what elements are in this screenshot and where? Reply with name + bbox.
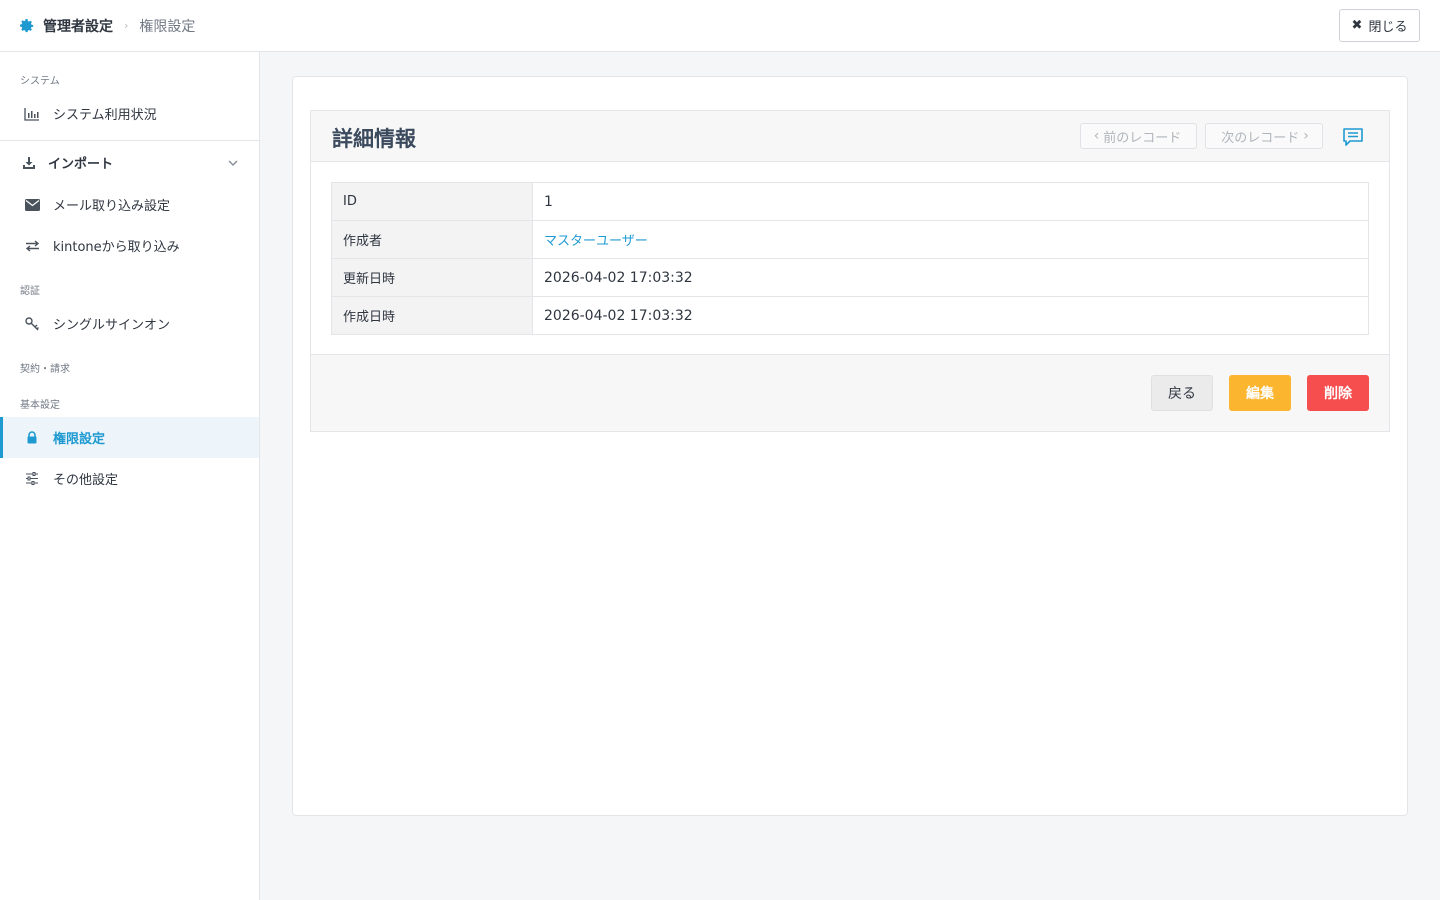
envelope-icon — [24, 197, 40, 213]
gear-icon — [20, 18, 34, 33]
key-icon — [24, 316, 40, 332]
sidebar-item-sso[interactable]: シングルサインオン — [0, 303, 259, 344]
row-value: 1 — [532, 182, 1369, 221]
row-value: 2026-04-02 17:03:32 — [532, 258, 1369, 297]
row-key: 更新日時 — [331, 258, 533, 297]
sidebar-item-kintone-import[interactable]: kintoneから取り込み — [0, 225, 259, 266]
breadcrumb-separator-icon: › — [124, 19, 129, 32]
exchange-arrows-icon — [24, 238, 40, 254]
sliders-icon — [24, 471, 40, 487]
close-icon: ✖ — [1351, 18, 1363, 33]
bar-chart-icon — [24, 106, 40, 122]
section-label-basic: 基本設定 — [20, 400, 60, 411]
section-label-contract: 契約・請求 — [20, 364, 70, 375]
sidebar-item-label: その他設定 — [53, 473, 119, 488]
sidebar: システム システム利用状況 インポート メール取り込み設定 kintoneから取… — [0, 52, 260, 900]
prev-record-button[interactable]: ‹ 前のレコード — [1080, 123, 1197, 149]
chevron-left-icon: ‹ — [1093, 128, 1100, 144]
sidebar-item-label: シングルサインオン — [53, 318, 171, 333]
top-header: 管理者設定 › 権限設定 ✖ 閉じる — [0, 0, 1440, 52]
section-label-system: システム — [20, 76, 60, 87]
table-row: 作成日時 2026-04-02 17:03:32 — [331, 296, 1369, 335]
prev-record-label: 前のレコード — [1103, 130, 1182, 146]
sidebar-item-usage[interactable]: システム利用状況 — [0, 93, 259, 134]
row-value: 2026-04-02 17:03:32 — [532, 296, 1369, 335]
lock-icon — [24, 430, 40, 446]
panel-title: 詳細情報 — [332, 127, 416, 151]
sidebar-item-label: システム利用状況 — [53, 108, 157, 123]
breadcrumb-current: 権限設定 — [139, 18, 196, 35]
sidebar-item-label: kintoneから取り込み — [53, 240, 180, 255]
table-row: 更新日時 2026-04-02 17:03:32 — [331, 258, 1369, 297]
sidebar-item-mail-import[interactable]: メール取り込み設定 — [0, 184, 259, 225]
content-card: 詳細情報 ‹ 前のレコード 次のレコード › ID 1 作成者 マスターユーザー… — [292, 76, 1408, 816]
sidebar-item-permissions[interactable]: 権限設定 — [0, 417, 259, 458]
creator-link[interactable]: マスターユーザー — [532, 220, 1369, 259]
detail-panel-header: 詳細情報 ‹ 前のレコード 次のレコード › — [311, 111, 1389, 162]
detail-panel: 詳細情報 ‹ 前のレコード 次のレコード › ID 1 作成者 マスターユーザー… — [310, 110, 1390, 432]
download-icon — [22, 156, 36, 170]
close-button-label: 閉じる — [1368, 20, 1408, 35]
next-record-button[interactable]: 次のレコード › — [1205, 123, 1323, 149]
next-record-label: 次のレコード — [1221, 130, 1300, 146]
breadcrumb-root[interactable]: 管理者設定 — [43, 16, 113, 36]
row-key: ID — [331, 182, 533, 221]
table-row: 作成者 マスターユーザー — [331, 220, 1369, 259]
row-key: 作成日時 — [331, 296, 533, 335]
sidebar-group-label: インポート — [48, 157, 114, 172]
edit-button[interactable]: 編集 — [1229, 375, 1291, 411]
section-label-auth: 認証 — [20, 286, 40, 297]
close-button[interactable]: ✖ 閉じる — [1339, 9, 1420, 42]
sidebar-item-label: 権限設定 — [53, 432, 106, 447]
detail-table: ID 1 作成者 マスターユーザー 更新日時 2026-04-02 17:03:… — [331, 182, 1369, 335]
sidebar-item-label: メール取り込み設定 — [53, 199, 171, 214]
breadcrumb: 管理者設定 › 権限設定 — [0, 16, 195, 36]
detail-panel-footer: 戻る 編集 削除 — [311, 354, 1389, 431]
row-key: 作成者 — [331, 220, 533, 259]
sidebar-item-other[interactable]: その他設定 — [0, 458, 259, 499]
chevron-right-icon: › — [1303, 128, 1309, 144]
back-button[interactable]: 戻る — [1151, 375, 1213, 411]
chevron-down-icon — [228, 156, 238, 171]
table-row: ID 1 — [331, 182, 1369, 221]
delete-button[interactable]: 削除 — [1307, 375, 1369, 411]
comment-icon[interactable] — [1342, 126, 1364, 148]
sidebar-group-import[interactable]: インポート — [0, 141, 259, 184]
